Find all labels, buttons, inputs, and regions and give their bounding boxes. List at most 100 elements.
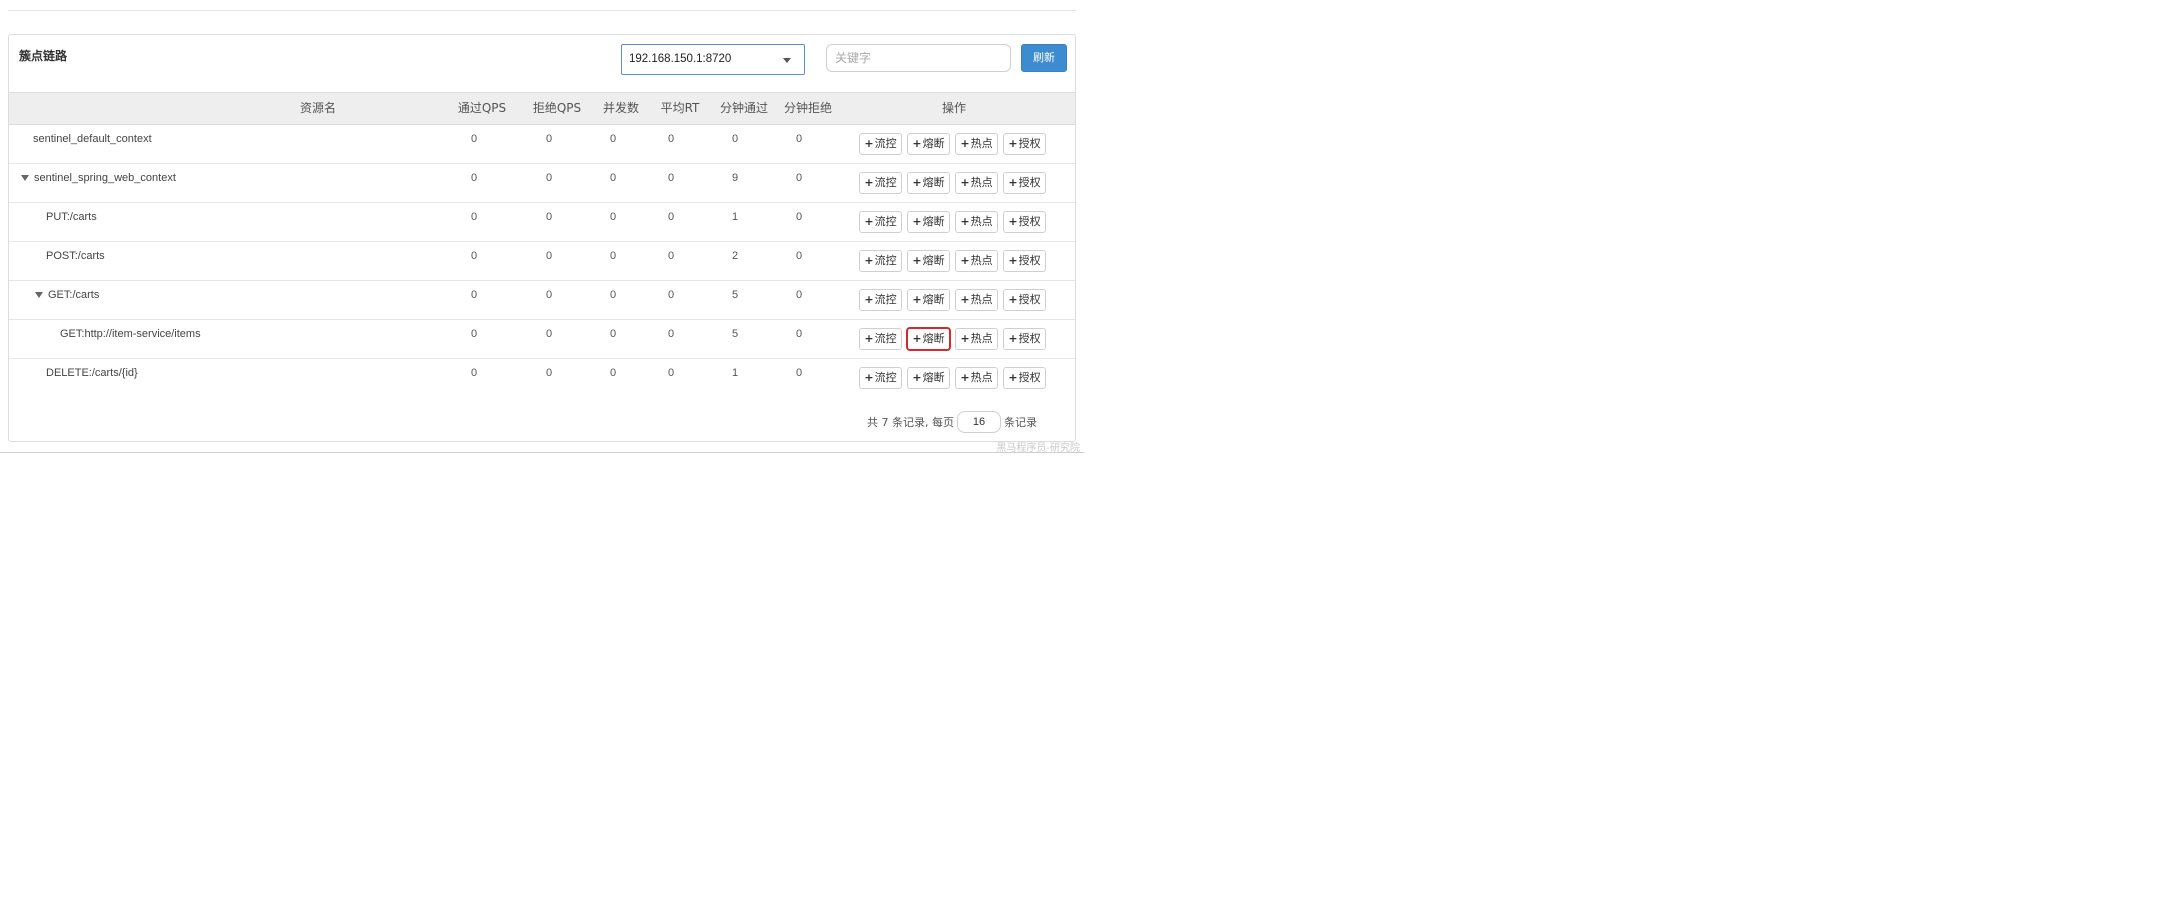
table-row: PUT:/carts 0 0 0 0 1 0 +流控 +熔断 +热点 +授权: [9, 203, 1075, 242]
expand-triangle-icon[interactable]: [35, 292, 43, 299]
action-label: 热点: [970, 176, 993, 189]
action-label: 流控: [874, 254, 897, 267]
resource-name: POST:/carts: [46, 250, 105, 262]
table-row: GET:http://item-service/items 0 0 0 0 5 0 +流控 +熔…: [9, 320, 1075, 359]
min-block-cell: 0: [795, 250, 803, 262]
degrade-button[interactable]: +熔断: [907, 133, 950, 155]
block-qps-cell: 0: [545, 211, 553, 223]
hot-param-button[interactable]: +热点: [955, 289, 998, 311]
authority-button[interactable]: +授权: [1003, 250, 1046, 272]
pass-qps-cell: 0: [470, 250, 478, 262]
plus-icon: +: [960, 371, 970, 384]
page-size-input[interactable]: 16: [957, 411, 1001, 433]
degrade-button[interactable]: +熔断: [907, 172, 950, 194]
block-qps-cell: 0: [545, 367, 553, 379]
authority-button[interactable]: +授权: [1003, 328, 1046, 350]
machine-select-value: 192.168.150.1:8720: [629, 53, 732, 65]
flow-control-button[interactable]: +流控: [859, 250, 902, 272]
plus-icon: +: [1008, 215, 1018, 228]
hot-param-button[interactable]: +热点: [955, 328, 998, 350]
hot-param-button[interactable]: +热点: [955, 250, 998, 272]
resource-name-cell: PUT:/carts: [46, 211, 97, 223]
action-label: 热点: [970, 293, 993, 306]
authority-button[interactable]: +授权: [1003, 289, 1046, 311]
row-actions: +流控 +熔断 +热点 +授权: [859, 250, 1046, 272]
col-header-pass-qps: 通过QPS: [457, 101, 507, 115]
bottom-divider: [0, 452, 1084, 453]
min-pass-cell: 5: [731, 328, 739, 340]
resource-name-cell: DELETE:/carts/{id}: [46, 367, 138, 379]
min-pass-cell: 1: [731, 211, 739, 223]
authority-button[interactable]: +授权: [1003, 172, 1046, 194]
min-block-cell: 0: [795, 328, 803, 340]
plus-icon: +: [960, 137, 970, 150]
plus-icon: +: [912, 371, 922, 384]
action-label: 热点: [970, 215, 993, 228]
resource-name: DELETE:/carts/{id}: [46, 367, 138, 379]
plus-icon: +: [912, 176, 922, 189]
pass-qps-cell: 0: [470, 367, 478, 379]
action-label: 热点: [970, 254, 993, 267]
plus-icon: +: [1008, 137, 1018, 150]
flow-control-button[interactable]: +流控: [859, 211, 902, 233]
min-block-cell: 0: [795, 172, 803, 184]
degrade-button[interactable]: +熔断: [907, 328, 950, 350]
action-label: 授权: [1018, 176, 1041, 189]
degrade-button[interactable]: +熔断: [907, 367, 950, 389]
avg-rt-cell: 0: [667, 172, 675, 184]
plus-icon: +: [912, 293, 922, 306]
action-label: 流控: [874, 332, 897, 345]
flow-control-button[interactable]: +流控: [859, 367, 902, 389]
degrade-button[interactable]: +熔断: [907, 250, 950, 272]
action-label: 流控: [874, 293, 897, 306]
flow-control-button[interactable]: +流控: [859, 328, 902, 350]
keyword-search-input[interactable]: [826, 44, 1011, 72]
action-label: 热点: [970, 137, 993, 150]
concurrency-cell: 0: [609, 133, 617, 145]
plus-icon: +: [1008, 176, 1018, 189]
flow-control-button[interactable]: +流控: [859, 172, 902, 194]
resource-name: PUT:/carts: [46, 211, 97, 223]
flow-control-button[interactable]: +流控: [859, 133, 902, 155]
col-header-block-qps: 拒绝QPS: [532, 101, 582, 115]
block-qps-cell: 0: [545, 133, 553, 145]
resource-name: sentinel_default_context: [33, 133, 152, 145]
row-actions: +流控 +熔断 +热点 +授权: [859, 367, 1046, 389]
authority-button[interactable]: +授权: [1003, 133, 1046, 155]
degrade-button[interactable]: +熔断: [907, 289, 950, 311]
concurrency-cell: 0: [609, 328, 617, 340]
machine-select[interactable]: 192.168.150.1:8720: [621, 44, 805, 75]
resource-table-body: sentinel_default_context 0 0 0 0 0 0 +流控 +熔断 +热点 +…: [9, 125, 1075, 398]
authority-button[interactable]: +授权: [1003, 211, 1046, 233]
action-label: 熔断: [922, 332, 945, 345]
concurrency-cell: 0: [609, 172, 617, 184]
avg-rt-cell: 0: [667, 250, 675, 262]
hot-param-button[interactable]: +热点: [955, 211, 998, 233]
authority-button[interactable]: +授权: [1003, 367, 1046, 389]
plus-icon: +: [1008, 332, 1018, 345]
plus-icon: +: [864, 137, 874, 150]
hot-param-button[interactable]: +热点: [955, 367, 998, 389]
plus-icon: +: [1008, 293, 1018, 306]
action-label: 热点: [970, 371, 993, 384]
refresh-button[interactable]: 刷新: [1021, 44, 1067, 72]
degrade-button[interactable]: +熔断: [907, 211, 950, 233]
action-label: 熔断: [922, 293, 945, 306]
action-label: 授权: [1018, 371, 1041, 384]
min-block-cell: 0: [795, 133, 803, 145]
concurrency-cell: 0: [609, 211, 617, 223]
action-label: 授权: [1018, 137, 1041, 150]
col-header-avg-rt: 平均RT: [660, 101, 700, 115]
table-header: 资源名 通过QPS 拒绝QPS 并发数 平均RT 分钟通过 分钟拒绝 操作: [9, 92, 1075, 125]
expand-triangle-icon[interactable]: [21, 175, 29, 182]
block-qps-cell: 0: [545, 289, 553, 301]
table-row: POST:/carts 0 0 0 0 2 0 +流控 +熔断 +热点 +授权: [9, 242, 1075, 281]
flow-control-button[interactable]: +流控: [859, 289, 902, 311]
resource-name-cell: POST:/carts: [46, 250, 105, 262]
resource-name-cell: GET:/carts: [35, 289, 99, 301]
hot-param-button[interactable]: +热点: [955, 172, 998, 194]
records-suffix: 条记录: [1004, 416, 1037, 429]
min-block-cell: 0: [795, 211, 803, 223]
pass-qps-cell: 0: [470, 211, 478, 223]
hot-param-button[interactable]: +热点: [955, 133, 998, 155]
